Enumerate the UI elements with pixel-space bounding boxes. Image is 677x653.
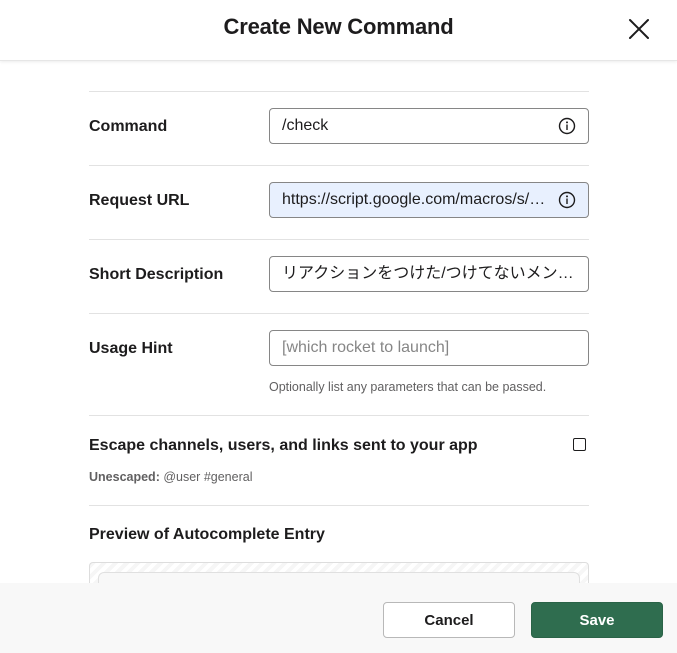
command-value: /check: [282, 117, 329, 134]
usage-hint-placeholder: [which rocket to launch]: [282, 339, 450, 356]
close-icon: [629, 19, 649, 39]
short-description-value: リアクションをつけた/つけてないメン…: [282, 265, 574, 282]
short-description-label: Short Description: [89, 266, 224, 283]
divider: [89, 239, 589, 240]
command-input[interactable]: /check: [269, 108, 589, 144]
escape-note-value: @user #general: [163, 470, 253, 484]
divider: [89, 415, 589, 416]
preview-label: Preview of Autocomplete Entry: [89, 526, 325, 543]
info-icon[interactable]: [558, 117, 576, 135]
escape-label: Escape channels, users, and links sent t…: [89, 437, 478, 454]
divider: [89, 505, 589, 506]
request-url-label: Request URL: [89, 192, 190, 209]
short-description-input[interactable]: リアクションをつけた/つけてないメン…: [269, 256, 589, 292]
autocomplete-preview: [89, 562, 589, 583]
dialog-header: Create New Command: [0, 0, 677, 61]
escape-note: Unescaped: @user #general: [89, 470, 252, 484]
request-url-value: https://script.google.com/macros/s/…: [282, 191, 546, 208]
escape-checkbox[interactable]: [573, 438, 586, 451]
autocomplete-preview-entry: [98, 572, 580, 583]
close-button[interactable]: [622, 12, 656, 46]
divider: [89, 165, 589, 166]
info-icon[interactable]: [558, 191, 576, 209]
dialog-footer: Cancel Save: [0, 583, 677, 653]
usage-hint-label: Usage Hint: [89, 340, 173, 357]
save-button[interactable]: Save: [531, 602, 663, 638]
usage-hint-help: Optionally list any parameters that can …: [269, 380, 547, 394]
divider: [89, 91, 589, 92]
dialog-body: Command /check Request URL https://scrip…: [0, 61, 677, 583]
cancel-button[interactable]: Cancel: [383, 602, 515, 638]
command-label: Command: [89, 118, 168, 135]
escape-note-prefix: Unescaped:: [89, 470, 160, 484]
dialog-title: Create New Command: [223, 14, 454, 39]
usage-hint-input[interactable]: [which rocket to launch]: [269, 330, 589, 366]
divider: [89, 313, 589, 314]
request-url-input[interactable]: https://script.google.com/macros/s/…: [269, 182, 589, 218]
